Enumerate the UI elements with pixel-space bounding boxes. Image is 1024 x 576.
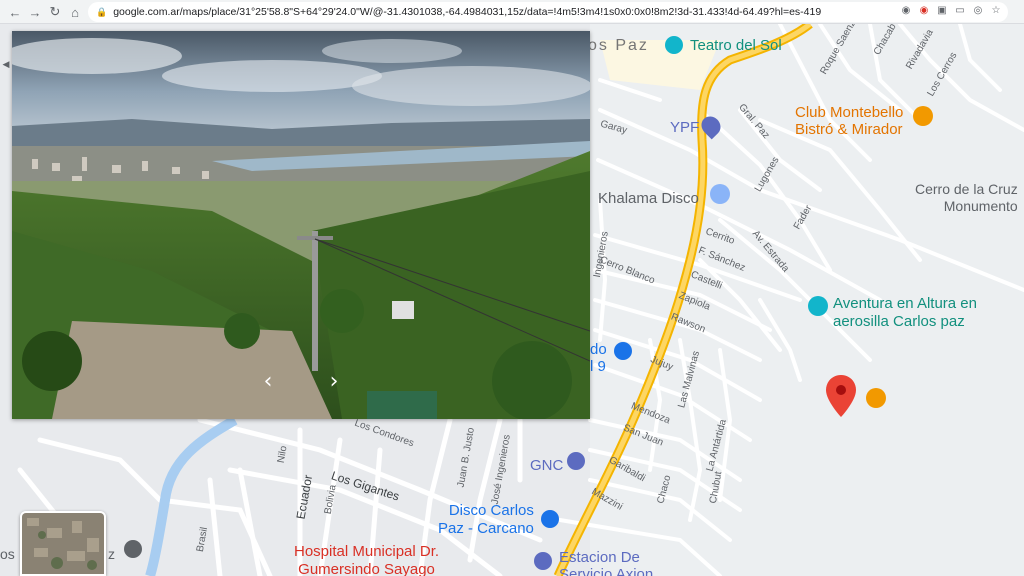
poi-hospital-line1: Hospital Municipal Dr. — [294, 543, 440, 560]
poi-cerro-line1: Cerro de la Cruz — [915, 181, 1018, 197]
back-icon[interactable]: ← — [4, 1, 26, 23]
poi-estacion-axion[interactable]: Estacion De Servicio Axion — [559, 549, 653, 576]
poi-market-line2: l 9 — [590, 358, 606, 375]
satellite-thumbnail-image — [22, 513, 104, 574]
account-icon[interactable]: ◎ — [972, 4, 984, 16]
photo-next-arrow-icon[interactable]: › — [322, 370, 346, 394]
poi-khalama-disco[interactable]: Khalama Disco — [598, 190, 699, 207]
cafe-pin-icon[interactable] — [866, 388, 886, 408]
satellite-layer-toggle[interactable] — [20, 511, 106, 576]
home-icon[interactable]: ⌂ — [64, 1, 86, 23]
poi-hospital-line2: Gumersindo Sayago — [298, 561, 435, 576]
poi-cerro-de-la-cruz[interactable]: Cerro de la Cruz Monumento — [915, 181, 1018, 215]
shopping-cart-pin-icon[interactable] — [541, 510, 559, 528]
reload-icon[interactable]: ↻ — [44, 1, 66, 23]
restaurant-pin-icon[interactable] — [913, 106, 933, 126]
poi-aventura-en-altura[interactable]: Aventura en Altura en aerosilla Carlos p… — [833, 295, 977, 331]
poi-disco-line1: Disco Carlos — [448, 502, 534, 519]
poi-teatro-del-sol[interactable]: Teatro del Sol — [690, 37, 782, 55]
bookmark-star-icon[interactable]: ☆ — [990, 4, 1002, 16]
disco-pin-icon[interactable] — [710, 184, 730, 204]
map-label-left-fragment-2: z — [108, 546, 115, 562]
poi-ypf[interactable]: YPF — [670, 119, 699, 136]
url-text: google.com.ar/maps/place/31°25'58.8"S+64… — [113, 6, 822, 18]
poi-hospital[interactable]: Hospital Municipal Dr. Gumersindo Sayago — [294, 543, 439, 576]
poi-club-line2: Bistró & Mirador — [795, 121, 903, 138]
poi-disco-carlos-paz[interactable]: Disco Carlos Paz - Carcano — [438, 502, 534, 538]
gnc-pin-icon[interactable] — [567, 452, 585, 470]
poi-club-montebello[interactable]: Club Montebello Bistró & Mirador — [795, 104, 903, 138]
shopping-cart-pin-icon[interactable] — [614, 342, 632, 360]
camera-pin-icon[interactable] — [808, 296, 828, 316]
photo-previous-arrow-icon[interactable]: ‹ — [256, 370, 280, 394]
map-label-city: os Paz — [588, 37, 649, 54]
poi-club-line1: Club Montebello — [795, 104, 904, 121]
extension-icon[interactable]: ◉ — [900, 4, 912, 16]
gas-station-pin-icon[interactable] — [534, 552, 552, 570]
browser-toolbar: ← → ↻ ⌂ 🔒 google.com.ar/maps/place/31°25… — [0, 0, 1024, 24]
poi-estacion-line2: Servicio Axion — [559, 566, 654, 576]
lock-icon: 🔒 — [96, 6, 108, 17]
poi-aventura-line1: Aventura en Altura en — [833, 295, 977, 312]
extension-icon[interactable]: ◉ — [918, 4, 930, 16]
address-bar[interactable]: 🔒 google.com.ar/maps/place/31°25'58.8"S+… — [88, 2, 1008, 22]
poi-gnc[interactable]: GNC — [530, 457, 563, 474]
poi-cerro-line2: Monumento — [943, 198, 1018, 214]
poi-market-line1: do — [590, 341, 607, 358]
map-label-left-fragment: os — [0, 546, 15, 562]
forward-icon[interactable]: → — [24, 1, 46, 23]
poi-aventura-line2: aerosilla Carlos paz — [833, 313, 965, 330]
collapse-panel-icon[interactable]: ◀ — [0, 55, 12, 73]
photo-landscape-image — [12, 31, 590, 419]
poi-estacion-line1: Estacion De — [559, 549, 640, 566]
extension-icons: ◉ ◉ ▣ ▭ ◎ ☆ — [900, 4, 1002, 16]
translate-icon[interactable]: ▣ — [936, 4, 948, 16]
theater-pin-icon[interactable] — [665, 36, 683, 54]
place-pin-icon[interactable] — [124, 540, 142, 558]
poi-market-fragment[interactable]: do l 9 — [590, 341, 607, 375]
cast-icon[interactable]: ▭ — [954, 4, 966, 16]
location-pin-icon[interactable] — [826, 375, 856, 417]
poi-disco-line2: Paz - Carcano — [438, 520, 534, 537]
place-photo[interactable] — [12, 31, 590, 419]
